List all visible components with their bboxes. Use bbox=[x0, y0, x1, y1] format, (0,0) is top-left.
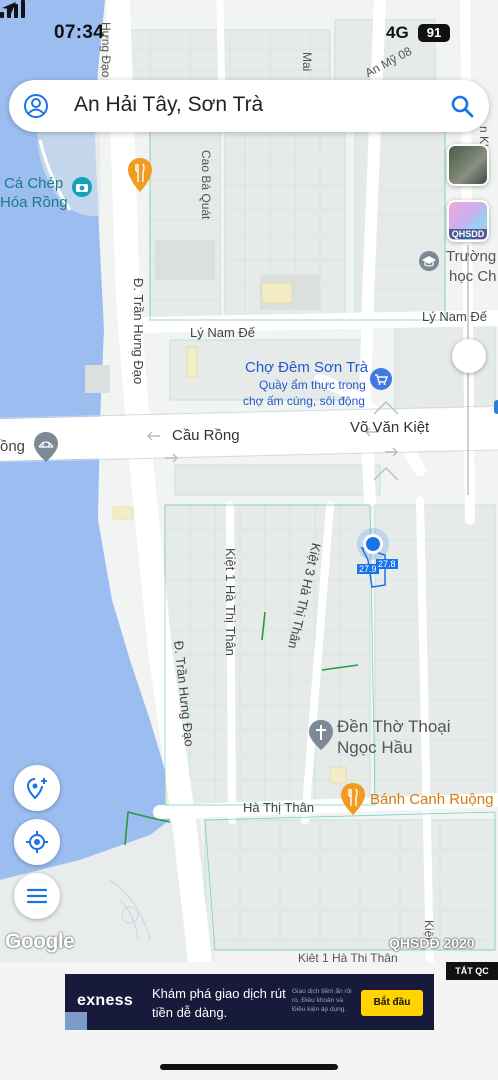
place-desc-cho-dem-line1: Quầy ẩm thực trong bbox=[259, 378, 366, 392]
temple-icon[interactable] bbox=[309, 720, 333, 750]
qhsdd-layer-label: QHSDD bbox=[449, 229, 487, 239]
parcel-dimension-b: 27.8 bbox=[376, 559, 398, 569]
account-icon[interactable] bbox=[23, 93, 49, 119]
add-pin-button[interactable] bbox=[14, 765, 60, 811]
street-label-hung-dao-top: Hưng Đạo bbox=[99, 22, 113, 78]
status-time: 07:34 bbox=[54, 22, 105, 43]
battery-icon: 91 bbox=[418, 24, 450, 42]
ad-fine-print: Giao dịch tiềm ẩn rủi ro. Điều khoản và … bbox=[292, 988, 352, 1013]
shopping-cart-icon[interactable] bbox=[369, 367, 393, 391]
place-label-rong-partial: ồng bbox=[0, 438, 26, 455]
signal-icon bbox=[0, 0, 25, 18]
add-location-icon bbox=[26, 778, 47, 800]
street-label-kiet-1-bottom: Kiệt 1 Hà Thị Thân bbox=[298, 951, 398, 962]
street-label-mai: Mai bbox=[300, 52, 314, 72]
edge-handle[interactable] bbox=[494, 400, 498, 414]
qhsdd-layer-button[interactable]: QHSDD bbox=[447, 200, 489, 242]
satellite-layer-button[interactable] bbox=[447, 144, 489, 186]
camera-icon[interactable] bbox=[71, 176, 93, 198]
menu-button[interactable] bbox=[14, 873, 60, 919]
ad-brand-logo: exness bbox=[77, 992, 134, 1009]
status-bar: 07:34 4G 91 bbox=[0, 0, 498, 70]
map-canvas bbox=[0, 0, 498, 962]
crosshair-icon bbox=[26, 831, 48, 853]
ad-headline: Khám phá giao dịch rút tiền dễ dàng. bbox=[152, 986, 286, 1020]
street-label-ly-nam-de-right: Lý Nam Đế bbox=[422, 309, 488, 324]
street-label-cao-ba-quat: Cao Bá Quát bbox=[199, 150, 213, 220]
place-desc-cho-dem-line2: chợ ấm cúng, sôi động bbox=[243, 394, 365, 408]
place-label-den-tho-line2: Ngọc Hầu bbox=[337, 738, 413, 757]
place-label-banh-canh: Bánh Canh Ruộng bbox=[370, 791, 494, 808]
place-label-ca-chep-line1: Cá Chép bbox=[4, 175, 64, 192]
search-icon[interactable] bbox=[449, 93, 475, 119]
ad-banner[interactable]: exness Khám phá giao dịch rút tiền dễ dà… bbox=[65, 974, 434, 1030]
search-input[interactable]: An Hải Tây, Sơn Trà bbox=[74, 93, 263, 117]
street-label-ha-thi-than: Hà Thị Thân bbox=[243, 800, 315, 815]
map-credit-label: QHSDĐ 2020 bbox=[389, 935, 475, 951]
current-location-dot[interactable] bbox=[363, 534, 383, 554]
adchoices-icon[interactable] bbox=[65, 1012, 87, 1030]
place-label-truong-line2: học Ch bbox=[449, 268, 497, 285]
street-label-tran-hung-dao-top: Đ. Trần Hưng Đạo bbox=[131, 278, 146, 385]
google-logo: Google bbox=[5, 930, 75, 953]
opacity-slider-handle[interactable] bbox=[452, 339, 486, 373]
place-label-ca-chep-line2: Hóa Rồng bbox=[0, 194, 68, 211]
place-label-truong-line1: Trường bbox=[446, 248, 497, 265]
restaurant-marker-icon[interactable] bbox=[128, 158, 152, 192]
school-icon[interactable] bbox=[418, 250, 440, 272]
bridge-icon[interactable] bbox=[34, 432, 58, 462]
street-label-ly-nam-de-left: Lý Nam Đế bbox=[190, 325, 256, 340]
ad-cta-button[interactable]: Bắt đầu bbox=[361, 990, 423, 1016]
street-label-kiet-1-ha-thi-than: Kiệt 1 Hà Thị Thân bbox=[223, 548, 238, 656]
search-bar[interactable]: An Hải Tây, Sơn Trà bbox=[9, 80, 489, 132]
map-view[interactable]: 07:34 4G 91 An Mỹ 08 Mai Hưng Đạo n Khán… bbox=[0, 0, 498, 962]
place-label-cho-dem: Chợ Đêm Sơn Trà bbox=[245, 359, 369, 376]
network-type: 4G bbox=[386, 23, 409, 42]
home-indicator bbox=[160, 1064, 338, 1070]
street-label-cau-rong: Cầu Rồng bbox=[172, 427, 240, 444]
place-label-den-tho-line1: Đền Thờ Thoại bbox=[337, 717, 451, 736]
my-location-button[interactable] bbox=[14, 819, 60, 865]
hamburger-menu-icon bbox=[26, 888, 48, 904]
restaurant-marker-icon-banh-canh[interactable] bbox=[341, 783, 365, 815]
ad-close-button[interactable]: TẮT QC bbox=[446, 962, 498, 980]
street-label-vo-van-kiet: Võ Văn Kiệt bbox=[350, 419, 430, 436]
